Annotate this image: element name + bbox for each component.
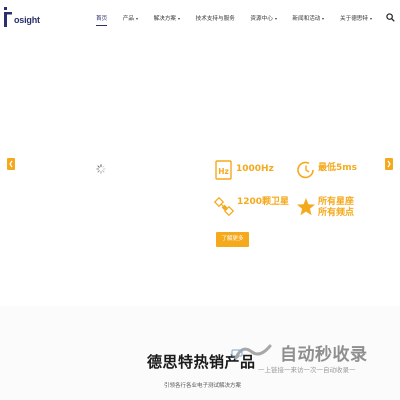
feature-text: 1000Hz [236,164,274,174]
top-nav-bar: osight 首页 产品 解决方案 技术支持与服务 资源中心 新闻和活动 关于德… [0,0,400,37]
loading-spinner-icon [96,164,106,174]
feature-text: 1200颗卫星 [237,197,290,207]
brand-logo[interactable]: osight [4,7,40,29]
satellite-icon [214,196,234,217]
search-icon[interactable] [386,13,395,22]
nav-label: 首页 [96,16,108,22]
carousel-next-button[interactable] [385,158,393,170]
nav-about[interactable]: 关于德思特 [340,14,372,22]
watermark-subtext: 一上链接一来访一次一自动收录一 [258,366,356,374]
feature-text: 最低5ms [318,163,357,173]
chevron-down-icon [274,17,277,20]
main-nav: 首页 产品 解决方案 技术支持与服务 资源中心 新闻和活动 关于德思特 [96,13,372,26]
feature-constellations: 所有星座 所有频点 [296,196,376,222]
chevron-down-icon [369,17,372,20]
nav-support[interactable]: 技术支持与服务 [196,14,235,22]
watermark-logo-icon [231,344,272,360]
hz-icon: Hz [215,160,232,180]
nav-label: 新闻和活动 [292,16,321,22]
chevron-down-icon [136,17,139,20]
nav-label: 产品 [122,16,135,22]
logo-text: osight [14,15,40,25]
feature-latency: 最低5ms [296,159,366,185]
nav-solutions[interactable]: 解决方案 [153,14,181,22]
hero-carousel: Hz 1000Hz 最低5ms 1200颗卫星 所有星座 所有频点 了解更多 [0,36,400,306]
star-icon [297,198,315,216]
nav-home[interactable]: 首页 [96,14,108,26]
feature-refresh-rate: Hz 1000Hz [214,159,284,185]
learn-more-button[interactable]: 了解更多 [216,232,249,247]
watermark-text: 自动秒收录 [280,345,368,365]
chevron-down-icon [322,17,325,20]
chevron-left-icon [9,160,13,168]
carousel-prev-button[interactable] [7,158,15,170]
svg-text:Hz: Hz [218,167,229,176]
chevron-down-icon [178,17,181,20]
nav-resources[interactable]: 资源中心 [250,14,277,22]
feature-satellites: 1200颗卫星 [214,196,294,222]
clock-icon [297,161,314,179]
section-subtitle: 引领各行各业电子测试解决方案 [164,383,242,389]
nav-label: 资源中心 [250,16,273,22]
chevron-right-icon [387,160,391,168]
feature-text-line2: 所有频点 [318,208,355,218]
watermark-overlay: 自动秒收录 一上链接一来访一次一自动收录一 [230,338,400,378]
nav-news[interactable]: 新闻和活动 [292,14,325,22]
nav-label: 关于德思特 [340,16,368,22]
nav-products[interactable]: 产品 [122,14,139,22]
feature-text-line1: 所有星座 [318,197,355,207]
nav-label: 解决方案 [153,16,177,22]
nav-label: 技术支持与服务 [195,16,235,22]
